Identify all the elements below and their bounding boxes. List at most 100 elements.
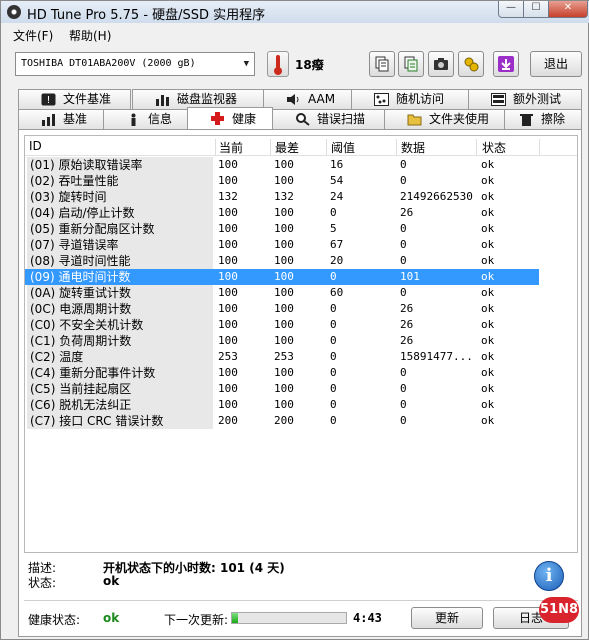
refresh-button[interactable]: 更新 — [411, 607, 483, 629]
status-value: ok — [103, 574, 120, 588]
table-row[interactable]: (01) 原始读取错误率 100 100 16 0 ok — [25, 157, 577, 173]
table-row[interactable]: (08) 寻道时间性能 100 100 20 0 ok — [25, 253, 577, 269]
table-row[interactable]: (C7) 接口 CRC 错误计数 200 200 0 0 ok — [25, 413, 577, 429]
title-bar[interactable]: HD Tune Pro 5.75 - 硬盘/SSD 实用程序 — ☐ ✕ — [1, 1, 589, 23]
row-threshold: 0 — [330, 382, 337, 395]
table-row[interactable]: (C5) 当前挂起扇区 100 100 0 0 ok — [25, 381, 577, 397]
toolbar: TOSHIBA DT01ABA200V (2000 gB) ▼ 18癈 退出 — [1, 47, 589, 83]
row-attribute: (C0) 不安全关机计数 — [27, 317, 213, 333]
health-panel: ID 当前 最差 阈值 数据 状态 (01) 原始读取错误率 100 100 16 0 o… — [18, 129, 582, 637]
row-threshold: 67 — [330, 238, 344, 251]
options-button[interactable] — [458, 51, 484, 77]
tab-label: AAM — [308, 92, 336, 106]
health-status-value: ok — [103, 611, 120, 625]
temperature-value: 18癈 — [295, 58, 324, 72]
copy-all-button[interactable] — [398, 51, 424, 77]
save-button[interactable] — [493, 51, 519, 77]
row-worst: 100 — [274, 254, 294, 267]
tab-health[interactable]: 健康 — [187, 107, 273, 129]
table-row[interactable]: (02) 吞吐量性能 100 100 54 0 ok — [25, 173, 577, 189]
window-title: HD Tune Pro 5.75 - 硬盘/SSD 实用程序 — [27, 8, 266, 23]
tab-random-access[interactable]: 随机访问 — [351, 89, 471, 109]
table-row[interactable]: (C0) 不安全关机计数 100 100 0 26 ok — [25, 317, 577, 333]
row-worst: 200 — [274, 414, 294, 427]
tab-error-scan[interactable]: 错误扫描 — [272, 109, 385, 129]
tab-file-benchmark[interactable]: ! 文件基准 — [18, 89, 131, 109]
tab-extra-tests[interactable]: 额外测试 — [468, 89, 582, 109]
row-worst: 100 — [274, 334, 294, 347]
tab-label: 健康 — [232, 112, 257, 126]
benchmark-icon — [42, 114, 55, 126]
exit-button[interactable]: 退出 — [530, 51, 582, 77]
table-row[interactable]: (C1) 负荷周期计数 100 100 0 26 ok — [25, 333, 577, 349]
copy-info-button[interactable] — [369, 51, 395, 77]
row-data: 26 — [400, 302, 414, 315]
tab-aam[interactable]: AAM — [263, 89, 356, 109]
row-current: 100 — [218, 398, 238, 411]
row-attribute: (01) 原始读取错误率 — [27, 157, 213, 173]
row-status: ok — [481, 206, 495, 219]
column-header-id[interactable]: ID — [29, 139, 42, 153]
row-data: 0 — [400, 366, 407, 379]
menu-help[interactable]: 帮助(H) — [69, 27, 111, 44]
row-status: ok — [481, 238, 495, 251]
column-header-worst[interactable]: 最差 — [275, 139, 299, 156]
row-status: ok — [481, 350, 495, 363]
row-worst: 100 — [274, 270, 294, 283]
tab-folder-usage[interactable]: 文件夹使用 — [384, 109, 506, 129]
maximize-button[interactable]: ☐ — [523, 1, 549, 18]
trash-icon — [520, 114, 533, 126]
magnifier-icon — [296, 113, 310, 126]
column-header-threshold[interactable]: 阈值 — [331, 139, 355, 156]
minimize-button[interactable]: — — [498, 1, 524, 18]
screenshot-button[interactable] — [428, 51, 454, 77]
column-header-current[interactable]: 当前 — [219, 139, 243, 156]
row-current: 100 — [218, 158, 238, 171]
close-button[interactable]: ✕ — [548, 1, 588, 18]
table-row[interactable]: (0A) 旋转重试计数 100 100 60 0 ok — [25, 285, 577, 301]
row-current: 100 — [218, 222, 238, 235]
table-row[interactable]: (07) 寻道错误率 100 100 67 0 ok — [25, 237, 577, 253]
row-worst: 100 — [274, 366, 294, 379]
row-threshold: 54 — [330, 174, 344, 187]
disk-monitor-icon — [156, 95, 169, 106]
table-row[interactable]: (C2) 温度 253 253 0 15891477... ok — [25, 349, 577, 365]
row-data: 0 — [400, 414, 407, 427]
update-progress-bar — [231, 612, 347, 624]
update-countdown: 4:43 — [353, 611, 382, 625]
table-row[interactable]: (C4) 重新分配事件计数 100 100 0 0 ok — [25, 365, 577, 381]
row-worst: 100 — [274, 398, 294, 411]
table-row[interactable]: (04) 启动/停止计数 100 100 0 26 ok — [25, 205, 577, 221]
speaker-icon — [287, 94, 299, 105]
table-row[interactable]: (C6) 脱机无法纠正 100 100 0 0 ok — [25, 397, 577, 413]
tab-label: 信息 — [148, 112, 173, 126]
column-header-data[interactable]: 数据 — [401, 139, 425, 156]
column-header-status[interactable]: 状态 — [482, 139, 506, 156]
table-row[interactable]: (05) 重新分配扇区计数 100 100 5 0 ok — [25, 221, 577, 237]
tab-label: 额外测试 — [513, 92, 562, 106]
table-row[interactable]: (09) 通电时间计数 100 100 0 101 ok — [25, 269, 539, 285]
tab-disk-monitor[interactable]: 磁盘监视器 — [132, 89, 268, 109]
row-attribute: (C5) 当前挂起扇区 — [27, 381, 213, 397]
row-current: 100 — [218, 174, 238, 187]
row-attribute: (C4) 重新分配事件计数 — [27, 365, 213, 381]
info-icon — [131, 113, 136, 126]
row-threshold: 0 — [330, 302, 337, 315]
row-threshold: 0 — [330, 270, 337, 283]
copy-all-icon — [404, 56, 418, 72]
info-button-icon[interactable]: i — [534, 561, 564, 591]
menu-file[interactable]: 文件(F) — [13, 27, 53, 44]
row-worst: 100 — [274, 318, 294, 331]
tab-info[interactable]: 信息 — [103, 109, 189, 129]
row-data: 0 — [400, 382, 407, 395]
table-row[interactable]: (03) 旋转时间 132 132 24 21492662530 ok — [25, 189, 577, 205]
smart-table[interactable]: ID 当前 最差 阈值 数据 状态 (01) 原始读取错误率 100 100 16 0 o… — [24, 135, 578, 553]
drive-select[interactable]: TOSHIBA DT01ABA200V (2000 gB) ▼ — [15, 52, 255, 76]
tab-label: 文件基准 — [63, 92, 112, 106]
table-row[interactable]: (0C) 电源周期计数 100 100 0 26 ok — [25, 301, 577, 317]
tab-benchmark[interactable]: 基准 — [18, 109, 104, 129]
screenshot-camera-icon — [434, 58, 448, 70]
tab-erase[interactable]: 擦除 — [504, 109, 582, 129]
row-data: 0 — [400, 238, 407, 251]
row-data: 26 — [400, 334, 414, 347]
